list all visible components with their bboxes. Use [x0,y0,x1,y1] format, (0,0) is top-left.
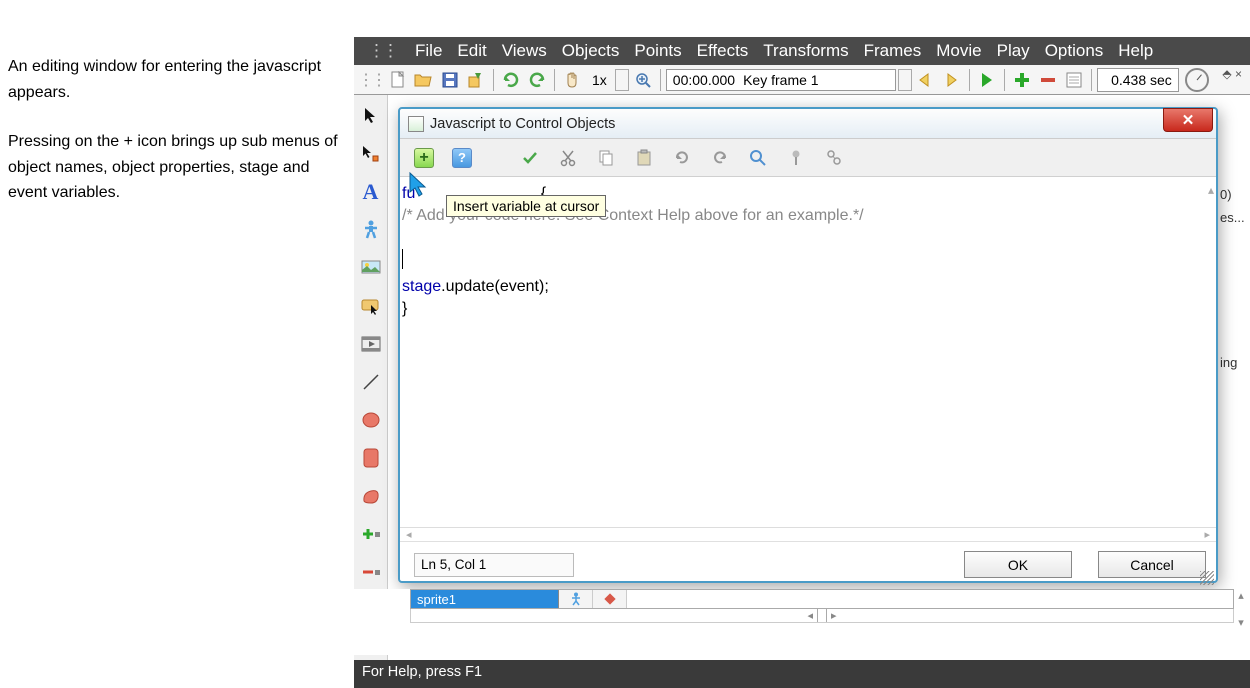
actor-tool-icon[interactable] [358,217,384,243]
dialog-resize-grip[interactable] [1200,571,1214,585]
cursor-position: Ln 5, Col 1 [414,553,574,577]
play-icon[interactable] [975,68,999,92]
menu-objects[interactable]: Objects [556,39,626,63]
menu-frames[interactable]: Frames [858,39,928,63]
undo-icon[interactable] [499,68,523,92]
menu-effects[interactable]: Effects [691,39,755,63]
menu-transforms[interactable]: Transforms [757,39,854,63]
properties-icon[interactable] [1062,68,1086,92]
export-icon[interactable] [464,68,488,92]
menubar: ⋮⋮ File Edit Views Objects Points Effect… [354,37,1250,65]
doc-para-2: Pressing on the + icon brings up sub men… [8,129,348,206]
timeline-vscroll-down-icon[interactable]: ▾ [1234,616,1248,629]
line-tool-icon[interactable] [358,369,384,395]
open-folder-icon[interactable] [412,68,436,92]
new-file-icon[interactable] [386,68,410,92]
dialog-titlebar[interactable]: Javascript to Control Objects [400,109,1216,139]
javascript-dialog: Javascript to Control Objects ✕ + ? func… [398,107,1218,583]
menu-file[interactable]: File [409,39,448,63]
menu-views[interactable]: Views [496,39,553,63]
bookmark-icon[interactable] [786,148,806,168]
zoom-value: 1x [586,72,613,88]
doc-description: An editing window for entering the javas… [8,54,348,230]
cut-icon[interactable] [558,148,578,168]
status-bar: For Help, press F1 [354,660,1250,684]
prev-frame-icon[interactable] [914,68,938,92]
code-update: .update(event); [441,278,549,295]
timeline-scroll-right-icon[interactable]: ▸ [831,609,837,622]
timeline-key-mark[interactable] [593,590,627,608]
menu-edit[interactable]: Edit [451,39,492,63]
shape-tool-icon[interactable] [358,483,384,509]
copy-icon[interactable] [596,148,616,168]
panel-pin-close[interactable]: ⬘ × [1222,67,1242,81]
doc-para-1: An editing window for entering the javas… [8,54,348,105]
redo-icon[interactable] [525,68,549,92]
editor-redo-icon[interactable] [710,148,730,168]
timeline-vscroll-up-icon[interactable]: ▴ [1234,589,1248,602]
status-text: For Help, press F1 [362,664,482,680]
select-tool-icon[interactable] [358,103,384,129]
paste-icon[interactable] [634,148,654,168]
hand-tool-icon[interactable] [560,68,584,92]
timeline-scroll-left-icon[interactable]: ◂ [807,609,813,622]
timeline-actor-mark[interactable] [559,590,593,608]
timeline: sprite1 ◂ ▸ ▴ ▾ [354,589,1250,655]
find-icon[interactable] [748,148,768,168]
next-frame-icon[interactable] [940,68,964,92]
tool-remove-icon[interactable] [358,559,384,585]
tools-palette: A [354,95,388,665]
image-tool-icon[interactable] [358,255,384,281]
zoom-in-icon[interactable] [631,68,655,92]
panel-fragment-2: es... [1220,210,1248,225]
editor-hscroll-left-icon[interactable]: ◂ [406,528,412,541]
menu-points[interactable]: Points [628,39,687,63]
panel-fragment-3: ing [1220,355,1248,370]
dialog-title-icon [408,116,424,132]
editor-scroll-up-icon[interactable]: ▴ [1208,179,1214,201]
editor-undo-icon[interactable] [672,148,692,168]
duration-field[interactable]: 0.438 sec [1097,68,1179,92]
menu-options[interactable]: Options [1039,39,1110,63]
save-icon[interactable] [438,68,462,92]
cancel-button[interactable]: Cancel [1098,551,1206,578]
frame-label: Key frame 1 [743,72,818,88]
code-editor[interactable]: function tick(event) { /* Add your code … [400,177,1216,527]
editor-hscroll-right-icon[interactable]: ▸ [1204,528,1210,541]
insert-variable-tooltip: Insert variable at cursor [446,195,606,217]
zoom-dropdown[interactable] [615,69,629,91]
ok-button[interactable]: OK [964,551,1072,578]
panel-fragment-1: 0) [1220,187,1248,202]
settings-icon[interactable] [824,148,844,168]
context-help-button[interactable]: ? [452,148,472,168]
check-syntax-icon[interactable] [520,148,540,168]
rect-tool-icon[interactable] [358,445,384,471]
add-frame-icon[interactable] [1010,68,1034,92]
timeline-track[interactable]: sprite1 [410,589,1234,609]
menu-play[interactable]: Play [991,39,1036,63]
tool-add-icon[interactable] [358,521,384,547]
code-close-brace: } [402,298,1206,320]
frame-indicator[interactable]: 00:00.000 Key frame 1 [666,69,896,91]
dialog-close-button[interactable]: ✕ [1163,108,1213,132]
movie-tool-icon[interactable] [358,331,384,357]
dialog-title-text: Javascript to Control Objects [430,116,615,132]
code-func-prefix: fu [402,185,415,202]
timeline-sprite-label[interactable]: sprite1 [411,590,559,608]
menu-help[interactable]: Help [1112,39,1159,63]
dialog-footer: Ln 5, Col 1 OK Cancel [400,541,1216,587]
code-stage-kw: stage [402,278,441,295]
frame-time: 00:00.000 [673,72,735,88]
ellipse-tool-icon[interactable] [358,407,384,433]
button-tool-icon[interactable] [358,293,384,319]
remove-frame-icon[interactable] [1036,68,1060,92]
text-tool-icon[interactable]: A [358,179,384,205]
edit-points-tool-icon[interactable] [358,141,384,167]
menu-movie[interactable]: Movie [930,39,987,63]
insert-variable-button[interactable]: + [414,148,434,168]
main-toolbar: ⋮⋮ 1x 00:00.000 Key frame 1 0.438 sec ⬘ … [354,65,1250,95]
dialog-toolbar: + ? [400,139,1216,177]
frame-dropdown[interactable] [898,69,912,91]
timing-icon[interactable] [1185,68,1209,92]
